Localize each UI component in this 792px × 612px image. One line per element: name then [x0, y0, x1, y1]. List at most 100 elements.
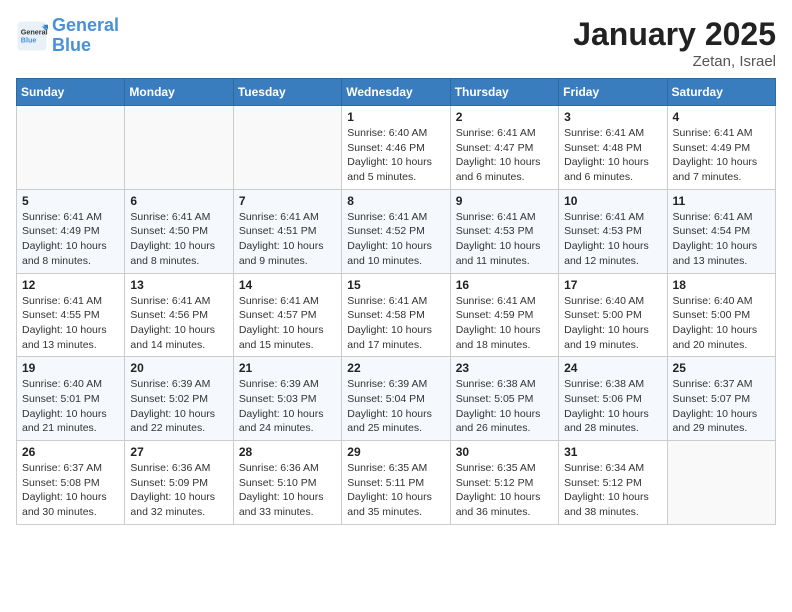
day-number: 18 [673, 278, 770, 292]
day-info: Sunrise: 6:39 AM Sunset: 5:02 PM Dayligh… [130, 377, 227, 436]
day-number: 13 [130, 278, 227, 292]
calendar-body: 1 Sunrise: 6:40 AM Sunset: 4:46 PM Daylig… [17, 106, 776, 525]
day-cell [667, 441, 775, 525]
day-number: 29 [347, 445, 444, 459]
day-cell: 11Sunrise: 6:41 AM Sunset: 4:54 PM Dayli… [667, 189, 775, 273]
day-cell: 13 Sunrise: 6:41 AM Sunset: 4:56 PM Dayli… [125, 273, 233, 357]
day-number: 14 [239, 278, 336, 292]
day-cell: 12Sunrise: 6:41 AM Sunset: 4:55 PM Dayli… [17, 273, 125, 357]
day-cell: 4 Sunrise: 6:41 AM Sunset: 4:49 PM Daylig… [667, 106, 775, 190]
day-info: Sunrise: 6:36 AM Sunset: 5:10 PM Dayligh… [239, 461, 336, 520]
day-info: Sunrise: 6:37 AM Sunset: 5:07 PM Dayligh… [673, 377, 770, 436]
day-number: 23 [456, 361, 553, 375]
day-number: 27 [130, 445, 227, 459]
week-row-4: 19Sunrise: 6:40 AM Sunset: 5:01 PM Dayli… [17, 357, 776, 441]
day-number: 15 [347, 278, 444, 292]
day-number: 5 [22, 194, 119, 208]
header-cell-friday: Friday [559, 79, 667, 106]
day-cell: 29 Sunrise: 6:35 AM Sunset: 5:11 PM Dayli… [342, 441, 450, 525]
day-number: 30 [456, 445, 553, 459]
header-cell-monday: Monday [125, 79, 233, 106]
day-cell: 5 Sunrise: 6:41 AM Sunset: 4:49 PM Daylig… [17, 189, 125, 273]
day-info: Sunrise: 6:35 AM Sunset: 5:11 PM Dayligh… [347, 461, 444, 520]
day-number: 24 [564, 361, 661, 375]
day-number: 21 [239, 361, 336, 375]
day-cell: 30 Sunrise: 6:35 AM Sunset: 5:12 PM Dayli… [450, 441, 558, 525]
day-info: Sunrise: 6:35 AM Sunset: 5:12 PM Dayligh… [456, 461, 553, 520]
svg-text:Blue: Blue [21, 35, 37, 44]
day-cell: 18 Sunrise: 6:40 AM Sunset: 5:00 PM Dayli… [667, 273, 775, 357]
day-info: Sunrise: 6:38 AM Sunset: 5:05 PM Dayligh… [456, 377, 553, 436]
day-info: Sunrise: 6:41 AM Sunset: 4:50 PM Dayligh… [130, 210, 227, 269]
header-cell-sunday: Sunday [17, 79, 125, 106]
day-info: Sunrise: 6:40 AM Sunset: 5:01 PM Dayligh… [22, 377, 119, 436]
logo-icon: General Blue [16, 20, 48, 52]
day-info: Sunrise: 6:41 AM Sunset: 4:48 PM Dayligh… [564, 126, 661, 185]
day-number: 1 [347, 110, 444, 124]
day-number: 10 [564, 194, 661, 208]
calendar-header: SundayMondayTuesdayWednesdayThursdayFrid… [17, 79, 776, 106]
day-cell: 25 Sunrise: 6:37 AM Sunset: 5:07 PM Dayli… [667, 357, 775, 441]
day-number: 16 [456, 278, 553, 292]
day-number: 9 [456, 194, 553, 208]
page-header: General Blue General Blue January 2025 Z… [16, 16, 776, 70]
day-info: Sunrise: 6:41 AM Sunset: 4:53 PM Dayligh… [456, 210, 553, 269]
day-cell: 15 Sunrise: 6:41 AM Sunset: 4:58 PM Dayli… [342, 273, 450, 357]
day-cell: 14 Sunrise: 6:41 AM Sunset: 4:57 PM Dayli… [233, 273, 341, 357]
calendar-title: January 2025 [573, 16, 776, 53]
day-cell: 6Sunrise: 6:41 AM Sunset: 4:50 PM Daylig… [125, 189, 233, 273]
calendar-subtitle: Zetan, Israel [573, 53, 776, 70]
day-number: 4 [673, 110, 770, 124]
day-cell: 2Sunrise: 6:41 AM Sunset: 4:47 PM Daylig… [450, 106, 558, 190]
day-cell: 19Sunrise: 6:40 AM Sunset: 5:01 PM Dayli… [17, 357, 125, 441]
day-number: 22 [347, 361, 444, 375]
header-cell-thursday: Thursday [450, 79, 558, 106]
day-number: 25 [673, 361, 770, 375]
day-cell: 26 Sunrise: 6:37 AM Sunset: 5:08 PM Dayli… [17, 441, 125, 525]
day-number: 31 [564, 445, 661, 459]
week-row-1: 1 Sunrise: 6:40 AM Sunset: 4:46 PM Daylig… [17, 106, 776, 190]
day-info: Sunrise: 6:41 AM Sunset: 4:52 PM Dayligh… [347, 210, 444, 269]
day-cell: 16 Sunrise: 6:41 AM Sunset: 4:59 PM Dayli… [450, 273, 558, 357]
day-info: Sunrise: 6:41 AM Sunset: 4:49 PM Dayligh… [673, 126, 770, 185]
day-cell: 24 Sunrise: 6:38 AM Sunset: 5:06 PM Dayli… [559, 357, 667, 441]
day-number: 2 [456, 110, 553, 124]
day-cell: 22 Sunrise: 6:39 AM Sunset: 5:04 PM Dayli… [342, 357, 450, 441]
day-info: Sunrise: 6:41 AM Sunset: 4:56 PM Dayligh… [130, 294, 227, 353]
day-info: Sunrise: 6:41 AM Sunset: 4:59 PM Dayligh… [456, 294, 553, 353]
day-cell: 8Sunrise: 6:41 AM Sunset: 4:52 PM Daylig… [342, 189, 450, 273]
day-cell [125, 106, 233, 190]
logo-text: General Blue [52, 16, 119, 56]
day-info: Sunrise: 6:39 AM Sunset: 5:04 PM Dayligh… [347, 377, 444, 436]
day-info: Sunrise: 6:41 AM Sunset: 4:58 PM Dayligh… [347, 294, 444, 353]
day-number: 20 [130, 361, 227, 375]
day-cell: 7Sunrise: 6:41 AM Sunset: 4:51 PM Daylig… [233, 189, 341, 273]
day-info: Sunrise: 6:41 AM Sunset: 4:57 PM Dayligh… [239, 294, 336, 353]
day-number: 17 [564, 278, 661, 292]
day-info: Sunrise: 6:38 AM Sunset: 5:06 PM Dayligh… [564, 377, 661, 436]
week-row-3: 12Sunrise: 6:41 AM Sunset: 4:55 PM Dayli… [17, 273, 776, 357]
day-cell: 3 Sunrise: 6:41 AM Sunset: 4:48 PM Daylig… [559, 106, 667, 190]
day-info: Sunrise: 6:41 AM Sunset: 4:53 PM Dayligh… [564, 210, 661, 269]
day-cell: 9 Sunrise: 6:41 AM Sunset: 4:53 PM Daylig… [450, 189, 558, 273]
day-info: Sunrise: 6:40 AM Sunset: 5:00 PM Dayligh… [673, 294, 770, 353]
day-info: Sunrise: 6:41 AM Sunset: 4:49 PM Dayligh… [22, 210, 119, 269]
day-cell [233, 106, 341, 190]
logo-general: General [52, 15, 119, 35]
day-cell: 23 Sunrise: 6:38 AM Sunset: 5:05 PM Dayli… [450, 357, 558, 441]
day-cell: 28Sunrise: 6:36 AM Sunset: 5:10 PM Dayli… [233, 441, 341, 525]
day-number: 3 [564, 110, 661, 124]
day-info: Sunrise: 6:41 AM Sunset: 4:55 PM Dayligh… [22, 294, 119, 353]
day-cell [17, 106, 125, 190]
day-info: Sunrise: 6:39 AM Sunset: 5:03 PM Dayligh… [239, 377, 336, 436]
day-cell: 31Sunrise: 6:34 AM Sunset: 5:12 PM Dayli… [559, 441, 667, 525]
week-row-2: 5 Sunrise: 6:41 AM Sunset: 4:49 PM Daylig… [17, 189, 776, 273]
day-cell: 20 Sunrise: 6:39 AM Sunset: 5:02 PM Dayli… [125, 357, 233, 441]
calendar-table: SundayMondayTuesdayWednesdayThursdayFrid… [16, 78, 776, 525]
day-info: Sunrise: 6:40 AM Sunset: 4:46 PM Dayligh… [347, 126, 444, 185]
day-number: 26 [22, 445, 119, 459]
day-cell: 1 Sunrise: 6:40 AM Sunset: 4:46 PM Daylig… [342, 106, 450, 190]
day-number: 7 [239, 194, 336, 208]
day-info: Sunrise: 6:40 AM Sunset: 5:00 PM Dayligh… [564, 294, 661, 353]
day-info: Sunrise: 6:37 AM Sunset: 5:08 PM Dayligh… [22, 461, 119, 520]
